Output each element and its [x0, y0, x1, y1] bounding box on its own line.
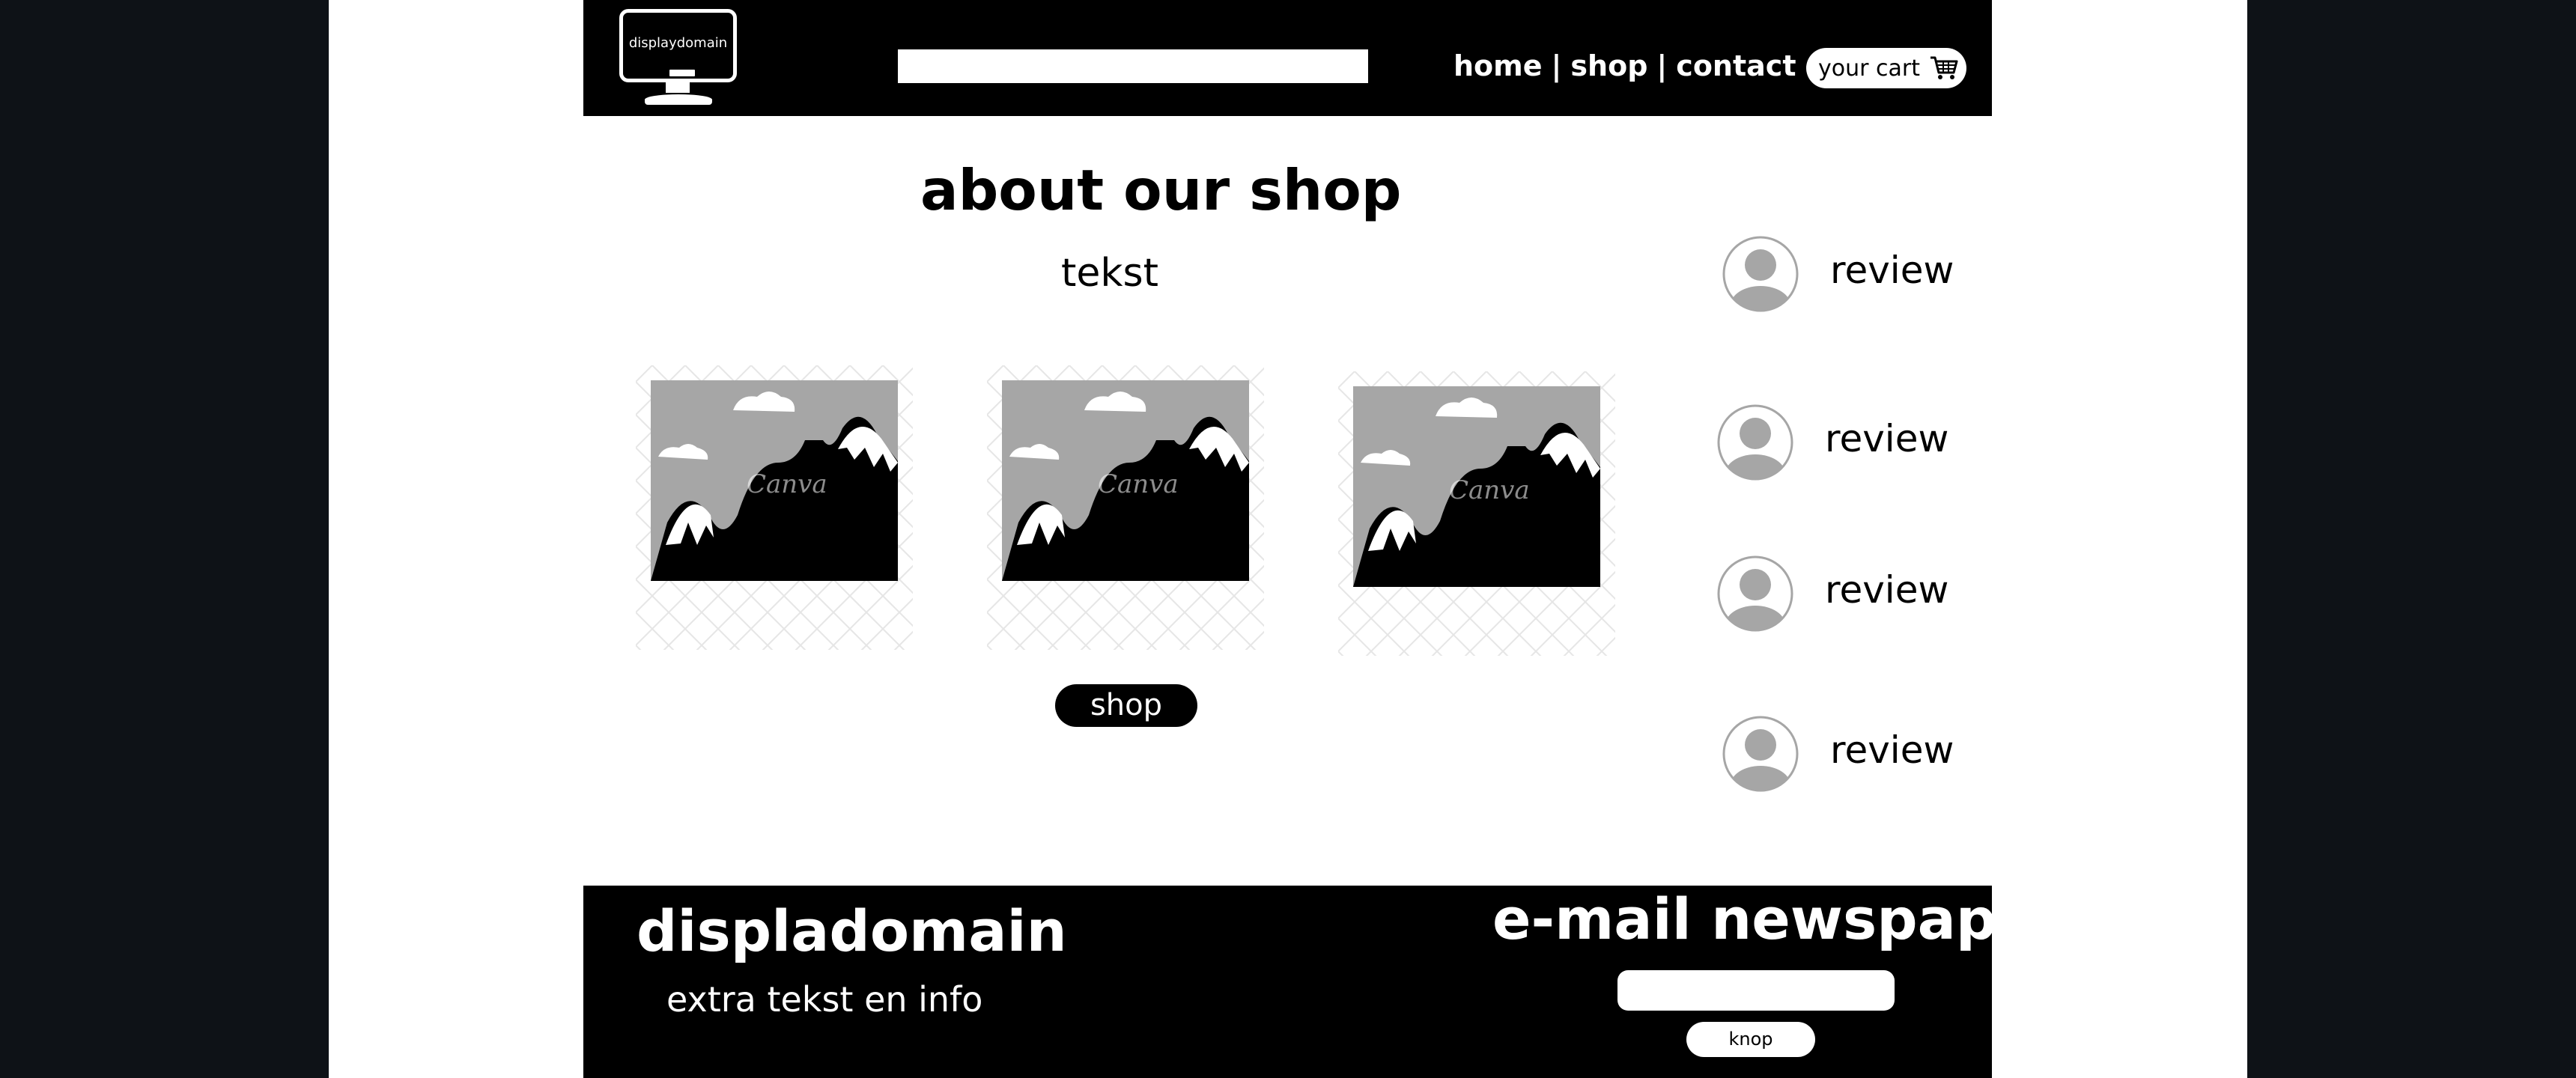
nav-separator: |	[1551, 49, 1562, 82]
review-label: review	[1825, 417, 1949, 460]
newsletter-title: e-mail newspaper	[1492, 886, 2064, 952]
review-label: review	[1825, 568, 1949, 612]
review-item[interactable]: review	[1722, 235, 1961, 313]
image-watermark: Canva	[1098, 469, 1179, 499]
email-input[interactable]	[1617, 970, 1895, 1011]
shop-button[interactable]: shop	[1055, 684, 1197, 727]
header-bar: displaydomain home | shop | contact your car…	[583, 0, 1992, 116]
main-nav: home | shop | contact	[1453, 45, 1796, 87]
logo-text: displaydomain	[628, 35, 728, 51]
page-canvas: displaydomain home | shop | contact your car…	[329, 0, 2247, 1078]
mountain-landscape-image: Canva	[987, 365, 1264, 650]
user-avatar-icon	[1717, 555, 1793, 632]
cart-button[interactable]: your cart	[1806, 48, 1966, 88]
nav-home[interactable]: home	[1453, 49, 1543, 82]
review-label: review	[1830, 249, 1954, 292]
image-watermark: Canva	[747, 469, 827, 499]
review-item[interactable]: review	[1716, 404, 1956, 481]
user-avatar-icon	[1722, 236, 1799, 312]
nav-contact[interactable]: contact	[1676, 49, 1796, 82]
review-label: review	[1830, 728, 1954, 772]
mountain-landscape-image: Canva	[636, 365, 913, 650]
shopping-cart-icon	[1930, 56, 1958, 79]
newsletter-submit-button[interactable]: knop	[1686, 1022, 1815, 1057]
user-avatar-icon	[1722, 716, 1799, 792]
page-subtitle: tekst	[1061, 251, 1158, 296]
nav-separator: |	[1656, 49, 1668, 82]
product-image[interactable]: Canva	[636, 365, 913, 650]
logo[interactable]: displaydomain	[619, 9, 737, 108]
user-avatar-icon	[1717, 404, 1793, 481]
page-title: about our shop	[920, 157, 1402, 223]
image-watermark: Canva	[1449, 475, 1530, 505]
footer-brand: displadomain	[637, 898, 1067, 964]
review-item[interactable]: review	[1722, 715, 1961, 793]
mountain-landscape-image: Canva	[1338, 371, 1615, 656]
product-image[interactable]: Canva	[987, 365, 1264, 650]
search-input[interactable]	[898, 49, 1368, 83]
review-item[interactable]: review	[1716, 555, 1956, 633]
footer-bar: displadomain extra tekst en info e-mail …	[583, 886, 2063, 1078]
monitor-icon: displaydomain	[619, 9, 737, 82]
product-image[interactable]: Canva	[1338, 371, 1615, 656]
nav-shop[interactable]: shop	[1570, 49, 1647, 82]
cart-label: your cart	[1818, 55, 1920, 82]
footer-info-text: extra tekst en info	[666, 979, 983, 1020]
